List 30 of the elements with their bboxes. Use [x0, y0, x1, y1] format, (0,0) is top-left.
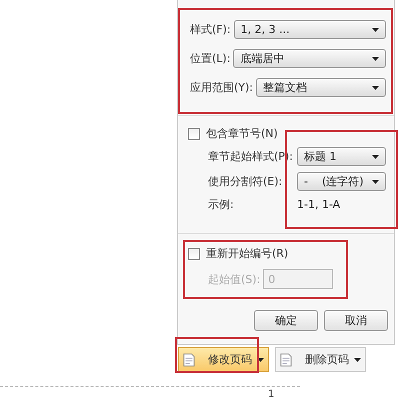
field-label: 起始值(S): — [208, 272, 260, 286]
dropdown-field[interactable]: 底端居中 — [233, 49, 386, 68]
caret-icon — [372, 56, 379, 60]
caret-icon — [372, 154, 379, 158]
page-number: 1 — [268, 389, 274, 400]
document-icon — [183, 352, 195, 366]
checkbox-label: 包含章节号(N) — [206, 126, 278, 141]
caret-icon — [372, 180, 379, 184]
field-label: 使用分割符(E): — [208, 174, 284, 189]
field-label: 示例: — [208, 197, 235, 212]
caret-icon — [372, 86, 379, 90]
checkbox-label: 重新开始编号(R) — [206, 246, 288, 261]
caret-icon — [354, 358, 361, 362]
dropdown-field[interactable]: 1, 2, 3 ... — [234, 20, 386, 39]
caret-icon — [257, 358, 264, 362]
dropdown-field[interactable]: 标题 1 — [297, 147, 386, 166]
dialog-button[interactable]: 取消 — [324, 310, 388, 331]
example-text: 1-1, 1-A — [297, 198, 340, 211]
field-label: 位置(L): — [190, 51, 230, 66]
caret-icon — [372, 28, 379, 32]
checkbox[interactable] — [188, 248, 200, 260]
field-label: 样式(F): — [190, 22, 231, 37]
checkbox[interactable] — [188, 128, 200, 140]
dialog-button[interactable]: 确定 — [254, 310, 318, 331]
document-icon — [280, 352, 292, 366]
field-label: 应用范围(Y): — [190, 80, 254, 95]
toolbar-button[interactable]: 删除页码 — [275, 347, 366, 372]
dropdown-field[interactable]: - (连字符) — [297, 172, 386, 191]
dropdown-field[interactable]: 整篇文档 — [256, 78, 386, 97]
toolbar-button[interactable]: 修改页码 — [178, 347, 269, 372]
